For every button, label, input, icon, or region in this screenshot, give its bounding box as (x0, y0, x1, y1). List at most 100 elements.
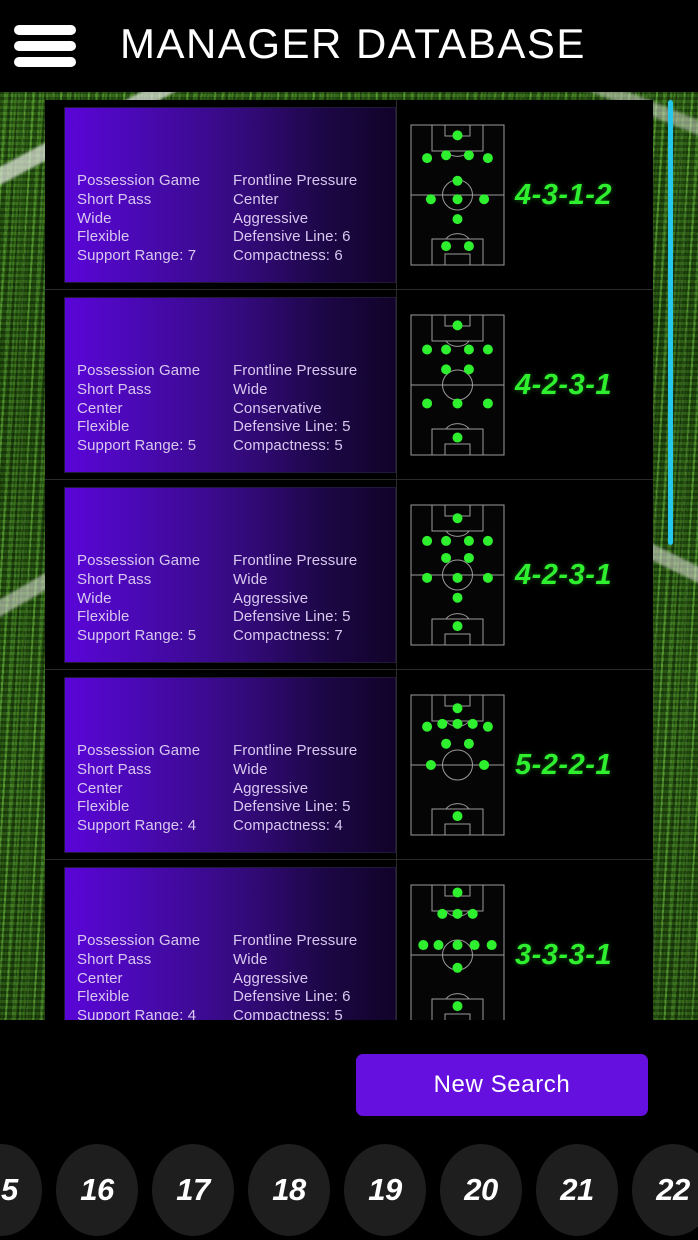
result-row[interactable]: Possession Game Short Pass Center Flexible S… (45, 290, 653, 480)
tactic-attribute: Short Pass (77, 570, 152, 588)
formation-pitch-wrapper (410, 124, 505, 266)
tactic-attribute: Aggressive (233, 209, 309, 227)
tactic-attribute: Compactness: 4 (233, 817, 343, 835)
tactic-attribute: Frontline Pressure (233, 932, 358, 950)
tactic-attribute: Short Pass (77, 760, 152, 778)
tactics-card[interactable]: Possession Game Short Pass Wide Flexible Sup… (65, 108, 395, 282)
tactics-card[interactable]: Possession Game Short Pass Center Flexible S… (65, 868, 395, 1020)
formation-pitch-wrapper (410, 314, 505, 456)
player-dot (479, 760, 490, 770)
formation-label: 5-2-2-1 (515, 748, 612, 781)
tactic-attribute: Support Range: 5 (77, 627, 197, 645)
scrollbar[interactable] (668, 100, 673, 1020)
tactic-attribute: Flexible (77, 228, 130, 246)
player-dot (441, 738, 452, 749)
result-row[interactable]: Possession Game Short Pass Center Flexible S… (45, 860, 653, 1020)
tactic-attribute: Compactness: 5 (233, 437, 343, 455)
tactics-card[interactable]: Possession Game Short Pass Center Flexible S… (65, 298, 395, 472)
tactic-attribute: Wide (233, 380, 268, 398)
player-dot (441, 552, 452, 563)
result-row[interactable]: Possession Game Short Pass Center Flexible S… (45, 670, 653, 860)
tactic-attribute: Possession Game (77, 742, 201, 760)
tactic-attribute: Possession Game (77, 172, 201, 190)
row-divider (396, 860, 397, 1020)
tactics-card[interactable]: Possession Game Short Pass Wide Flexible Sup… (65, 488, 395, 662)
player-dot (452, 908, 463, 919)
formation-label: 4-2-3-1 (515, 558, 612, 591)
hamburger-bar (14, 41, 76, 51)
player-dot (452, 320, 463, 331)
player-dot (422, 153, 433, 164)
tactic-attribute: Frontline Pressure (233, 362, 358, 380)
tactic-attribute: Defensive Line: 5 (233, 418, 351, 436)
player-dot (469, 940, 480, 951)
pagination-page-21[interactable]: 21 (536, 1144, 618, 1236)
player-dot (486, 940, 497, 951)
pagination-page-18[interactable]: 18 (248, 1144, 330, 1236)
player-dot (463, 241, 474, 252)
player-dot (482, 153, 493, 164)
player-dot (452, 592, 463, 603)
pagination-page-22[interactable]: 22 (632, 1144, 698, 1236)
tactic-attribute: Wide (233, 760, 268, 778)
player-dot (452, 811, 463, 822)
player-dot (425, 194, 436, 205)
player-dot (452, 194, 463, 205)
formation-label: 4-2-3-1 (515, 368, 612, 401)
pagination-page-19[interactable]: 19 (344, 1144, 426, 1236)
tactic-attribute: Flexible (77, 418, 130, 436)
pagination-page-16[interactable]: 16 (56, 1144, 138, 1236)
pagination-page-20[interactable]: 20 (440, 1144, 522, 1236)
page-title: MANAGER DATABASE (120, 20, 586, 67)
tactic-attribute: Flexible (77, 798, 130, 816)
player-dot (433, 940, 444, 951)
hamburger-menu-icon[interactable] (14, 25, 76, 67)
tactic-attribute: Center (77, 399, 123, 417)
row-divider (396, 100, 397, 290)
player-dot (482, 535, 493, 546)
tactic-attribute: Conservative (233, 399, 322, 417)
pagination-page-17[interactable]: 17 (152, 1144, 234, 1236)
result-row[interactable]: Possession Game Short Pass Wide Flexible Sup… (45, 100, 653, 290)
formation-pitch-wrapper (410, 884, 505, 1020)
tactics-attributes-left: Possession Game Short Pass Wide Flexible Sup… (77, 172, 233, 266)
pagination-page-15[interactable]: 15 (0, 1144, 42, 1236)
tactic-attribute: Defensive Line: 5 (233, 798, 351, 816)
player-dot (452, 887, 463, 898)
player-dot (452, 1001, 463, 1012)
tactic-attribute: Wide (77, 589, 112, 607)
player-dot (452, 214, 463, 225)
tactic-attribute: Short Pass (77, 380, 152, 398)
player-dot (422, 535, 433, 546)
tactic-attribute: Frontline Pressure (233, 742, 358, 760)
tactic-attribute: Wide (77, 209, 112, 227)
player-dot (418, 940, 429, 951)
formation-pitch (410, 884, 505, 1020)
tactic-attribute: Support Range: 5 (77, 437, 197, 455)
player-dot (452, 703, 463, 714)
tactic-attribute: Short Pass (77, 950, 152, 968)
player-dot (479, 194, 490, 205)
tactics-card[interactable]: Possession Game Short Pass Center Flexible S… (65, 678, 395, 852)
hamburger-bar (14, 57, 76, 67)
tactic-attribute: Aggressive (233, 779, 309, 797)
player-dot (463, 535, 474, 546)
bottom-action-bar: New Search (0, 1020, 698, 1150)
formation-pitch (410, 694, 505, 836)
player-dot (463, 150, 474, 161)
results-list: Possession Game Short Pass Wide Flexible Sup… (45, 100, 653, 1020)
result-row[interactable]: Possession Game Short Pass Wide Flexible Sup… (45, 480, 653, 670)
pagination-bar: 1516171819202122 (0, 1140, 698, 1240)
results-panel: Possession Game Short Pass Wide Flexible Sup… (45, 100, 653, 1020)
new-search-button[interactable]: New Search (356, 1054, 648, 1116)
tactics-attributes-right: Frontline Pressure Wide Aggressive Defensiv… (233, 552, 389, 646)
tactic-attribute: Short Pass (77, 190, 152, 208)
tactic-attribute: Wide (233, 570, 268, 588)
tactic-attribute: Defensive Line: 6 (233, 228, 351, 246)
scrollbar-thumb[interactable] (668, 100, 673, 545)
tactics-attributes-left: Possession Game Short Pass Wide Flexible Sup… (77, 552, 233, 646)
tactic-attribute: Possession Game (77, 932, 201, 950)
tactic-attribute: Frontline Pressure (233, 172, 358, 190)
tactic-attribute: Wide (233, 950, 268, 968)
player-dot (422, 344, 433, 355)
